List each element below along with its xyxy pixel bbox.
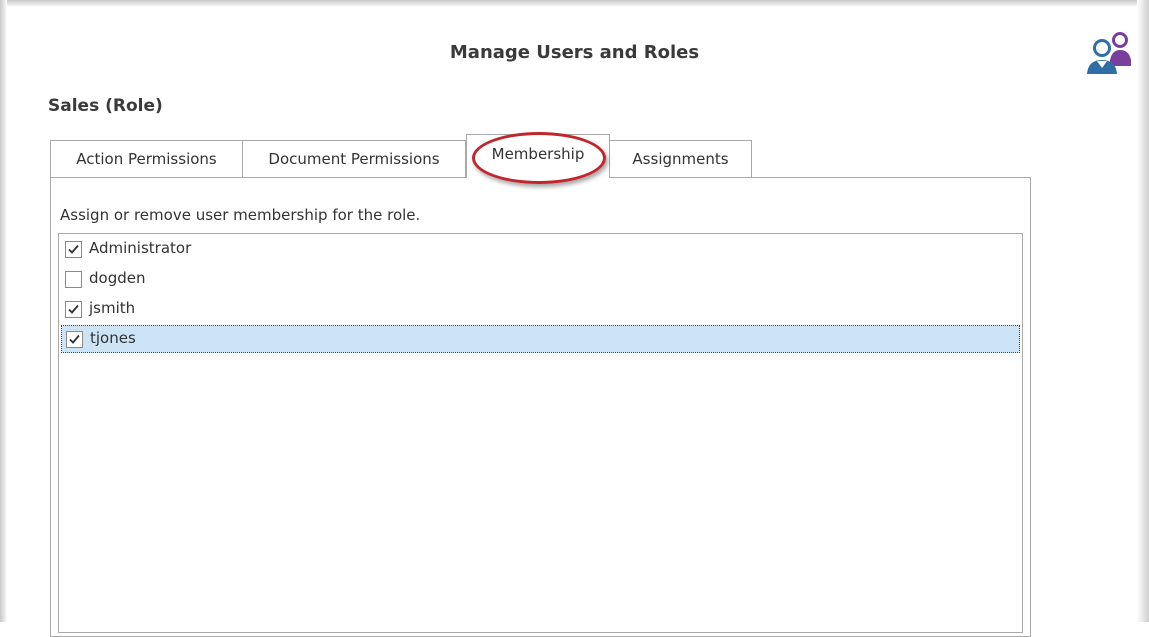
member-list[interactable]: Administrator dogden jsmith tjones xyxy=(58,233,1023,633)
member-row-tjones[interactable]: tjones xyxy=(61,325,1020,353)
membership-tab-highlight xyxy=(472,132,606,184)
tab-document-permissions[interactable]: Document Permissions xyxy=(242,140,466,177)
member-row-jsmith[interactable]: jsmith xyxy=(61,296,1020,324)
member-checkbox-tjones[interactable] xyxy=(66,331,83,348)
window-left-edge xyxy=(0,0,7,622)
checkmark-icon xyxy=(68,244,79,254)
member-row-administrator[interactable]: Administrator xyxy=(61,236,1020,264)
tab-action-permissions[interactable]: Action Permissions xyxy=(50,140,243,177)
checkmark-icon xyxy=(69,334,80,344)
users-icon xyxy=(1087,32,1131,74)
member-label: Administrator xyxy=(89,239,192,257)
member-checkbox-jsmith[interactable] xyxy=(65,301,82,318)
window-top-edge xyxy=(0,0,1149,7)
role-title: Sales (Role) xyxy=(48,96,163,116)
member-label: dogden xyxy=(89,269,146,287)
manage-users-roles-window: Manage Users and Roles Sales (Role) Acti… xyxy=(0,0,1149,637)
member-label: tjones xyxy=(90,329,136,347)
window-right-shadow xyxy=(1137,0,1149,622)
checkmark-icon xyxy=(68,304,79,314)
tab-assignments[interactable]: Assignments xyxy=(609,140,752,177)
member-checkbox-dogden[interactable] xyxy=(65,271,82,288)
member-label: jsmith xyxy=(89,299,136,317)
membership-description: Assign or remove user membership for the… xyxy=(60,206,421,224)
member-checkbox-administrator[interactable] xyxy=(65,241,82,258)
member-row-dogden[interactable]: dogden xyxy=(61,266,1020,294)
page-title: Manage Users and Roles xyxy=(449,42,700,63)
